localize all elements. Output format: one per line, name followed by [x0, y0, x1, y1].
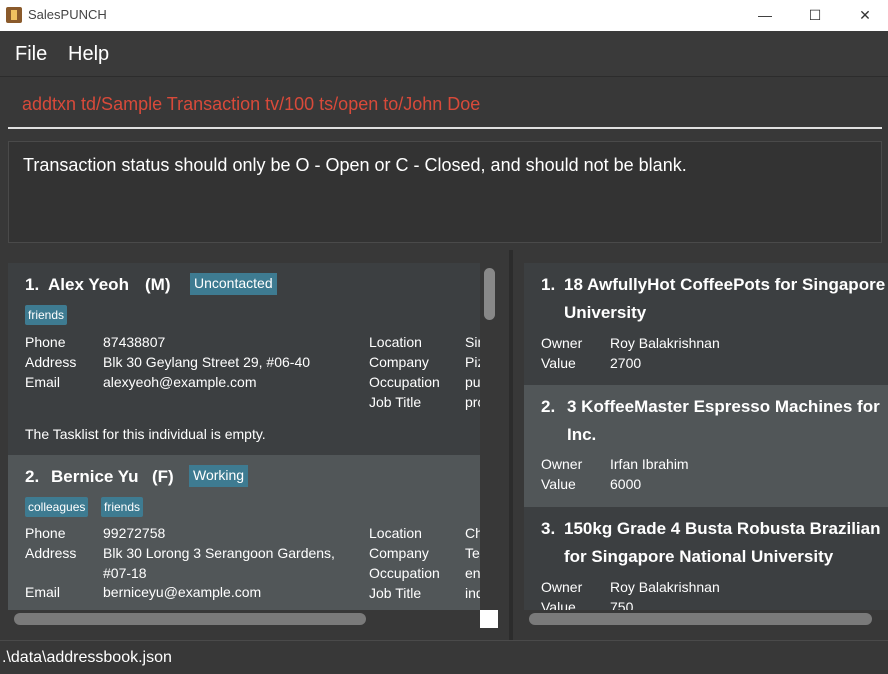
jobtitle-value: pro: [465, 394, 480, 410]
address-label: Address: [25, 354, 77, 370]
email-label: Email: [25, 374, 61, 390]
close-button[interactable]: ✕: [842, 0, 888, 31]
contact-card[interactable]: 1. Alex Yeoh (M) Uncontacted friends Pho…: [8, 263, 480, 455]
owner-value: Roy Balakrishnan: [610, 335, 720, 351]
company-value: Piz: [465, 354, 480, 370]
owner-label: Owner: [541, 579, 583, 595]
status-bar: .\data\addressbook.json: [0, 640, 888, 674]
contact-list-vscroll-thumb[interactable]: [484, 268, 495, 320]
address-value: Blk 30 Geylang Street 29, #06-40: [103, 354, 311, 370]
phone-label: Phone: [25, 525, 66, 541]
email-label: Email: [25, 584, 61, 600]
occupation-value: en: [465, 565, 480, 581]
phone-label: Phone: [25, 334, 66, 350]
company-label: Company: [369, 545, 429, 561]
transaction-card[interactable]: 3. 150kg Grade 4 Busta Robusta Brazilian…: [524, 507, 888, 610]
command-text: addtxn td/Sample Transaction tv/100 ts/o…: [22, 94, 481, 114]
transaction-title: 150kg Grade 4 Busta Robusta Brazilian: [564, 519, 881, 538]
value-value: 2700: [610, 355, 642, 371]
status-badge: Working: [189, 465, 249, 487]
menu-bar: [0, 31, 888, 77]
transaction-list-panel: 1. 18 AwfullyHot CoffeePots for Singapor…: [513, 250, 888, 640]
result-message: Transaction status should only be O - Op…: [23, 155, 687, 175]
contact-list-hscroll-thumb[interactable]: [14, 613, 366, 625]
contact-card[interactable]: 2. Bernice Yu (F) Working colleagues fri…: [8, 455, 480, 610]
email-value: berniceyu@example.com: [103, 584, 262, 600]
occupation-value: pu: [465, 374, 480, 390]
contact-list-panel: 1. Alex Yeoh (M) Uncontacted friends Pho…: [0, 250, 509, 640]
transaction-title-line2: University: [564, 303, 647, 322]
transaction-index: 3.: [541, 519, 556, 538]
contact-name: Alex Yeoh: [48, 275, 129, 294]
tag-badge: colleagues: [25, 497, 89, 517]
tag-badge: friends: [101, 497, 144, 517]
contact-index: 1.: [25, 275, 40, 294]
contact-name: Bernice Yu: [51, 467, 139, 486]
title-bar: SalesPUNCH — ☐ ✕: [0, 0, 888, 31]
jobtitle-label: Job Title: [369, 585, 422, 601]
value-label: Value: [541, 476, 576, 492]
value-label: Value: [541, 599, 576, 610]
menu-help[interactable]: Help: [68, 43, 109, 66]
menu-file[interactable]: File: [15, 43, 47, 66]
location-label: Location: [369, 334, 422, 350]
owner-value: Irfan Ibrahim: [610, 456, 689, 472]
transaction-list-hscroll-thumb[interactable]: [529, 613, 872, 625]
jobtitle-label: Job Title: [369, 394, 422, 410]
address-value-line2: #07-18: [103, 565, 147, 581]
contact-gender: (M): [145, 275, 171, 294]
transaction-index: 2.: [541, 397, 556, 416]
location-value: Sin: [465, 334, 480, 350]
app-icon: [6, 7, 22, 23]
tag-badge: friends: [25, 305, 68, 325]
status-badge: Uncontacted: [190, 273, 277, 295]
owner-label: Owner: [541, 456, 583, 472]
location-value: Ch: [465, 525, 480, 541]
value-label: Value: [541, 355, 576, 371]
owner-label: Owner: [541, 335, 583, 351]
address-label: Address: [25, 545, 77, 561]
result-display: Transaction status should only be O - Op…: [8, 141, 882, 243]
save-location: .\data\addressbook.json: [2, 649, 172, 666]
address-value: Blk 30 Lorong 3 Serangoon Gardens,: [103, 545, 335, 561]
occupation-label: Occupation: [369, 565, 440, 581]
jobtitle-value: ind: [465, 585, 480, 601]
phone-value: 99272758: [103, 525, 166, 541]
phone-value: 87438807: [103, 334, 166, 350]
transaction-title-line2: for Singapore National University: [564, 547, 834, 566]
value-value: 6000: [610, 476, 642, 492]
command-input[interactable]: addtxn td/Sample Transaction tv/100 ts/o…: [8, 83, 882, 129]
transaction-card[interactable]: 1. 18 AwfullyHot CoffeePots for Singapor…: [524, 263, 888, 385]
email-value: alexyeoh@example.com: [103, 374, 257, 390]
company-value: Te: [465, 545, 480, 561]
window-title: SalesPUNCH: [28, 7, 107, 22]
contact-gender: (F): [152, 467, 174, 486]
occupation-label: Occupation: [369, 374, 440, 390]
transaction-title-line2: Inc.: [567, 425, 597, 444]
location-label: Location: [369, 525, 422, 541]
transaction-card[interactable]: 2. 3 KoffeeMaster Espresso Machines for …: [524, 385, 888, 507]
tasklist-text: The Tasklist for this individual is empt…: [25, 426, 266, 442]
contact-index: 2.: [25, 467, 40, 486]
maximize-button[interactable]: ☐: [792, 0, 838, 31]
transaction-index: 1.: [541, 275, 556, 294]
scroll-corner: [480, 610, 498, 628]
minimize-button[interactable]: —: [742, 0, 788, 31]
value-value: 750: [610, 599, 634, 610]
transaction-title: 18 AwfullyHot CoffeePots for Singapore: [564, 275, 886, 294]
transaction-title: 3 KoffeeMaster Espresso Machines for: [567, 397, 880, 416]
company-label: Company: [369, 354, 429, 370]
owner-value: Roy Balakrishnan: [610, 579, 720, 595]
